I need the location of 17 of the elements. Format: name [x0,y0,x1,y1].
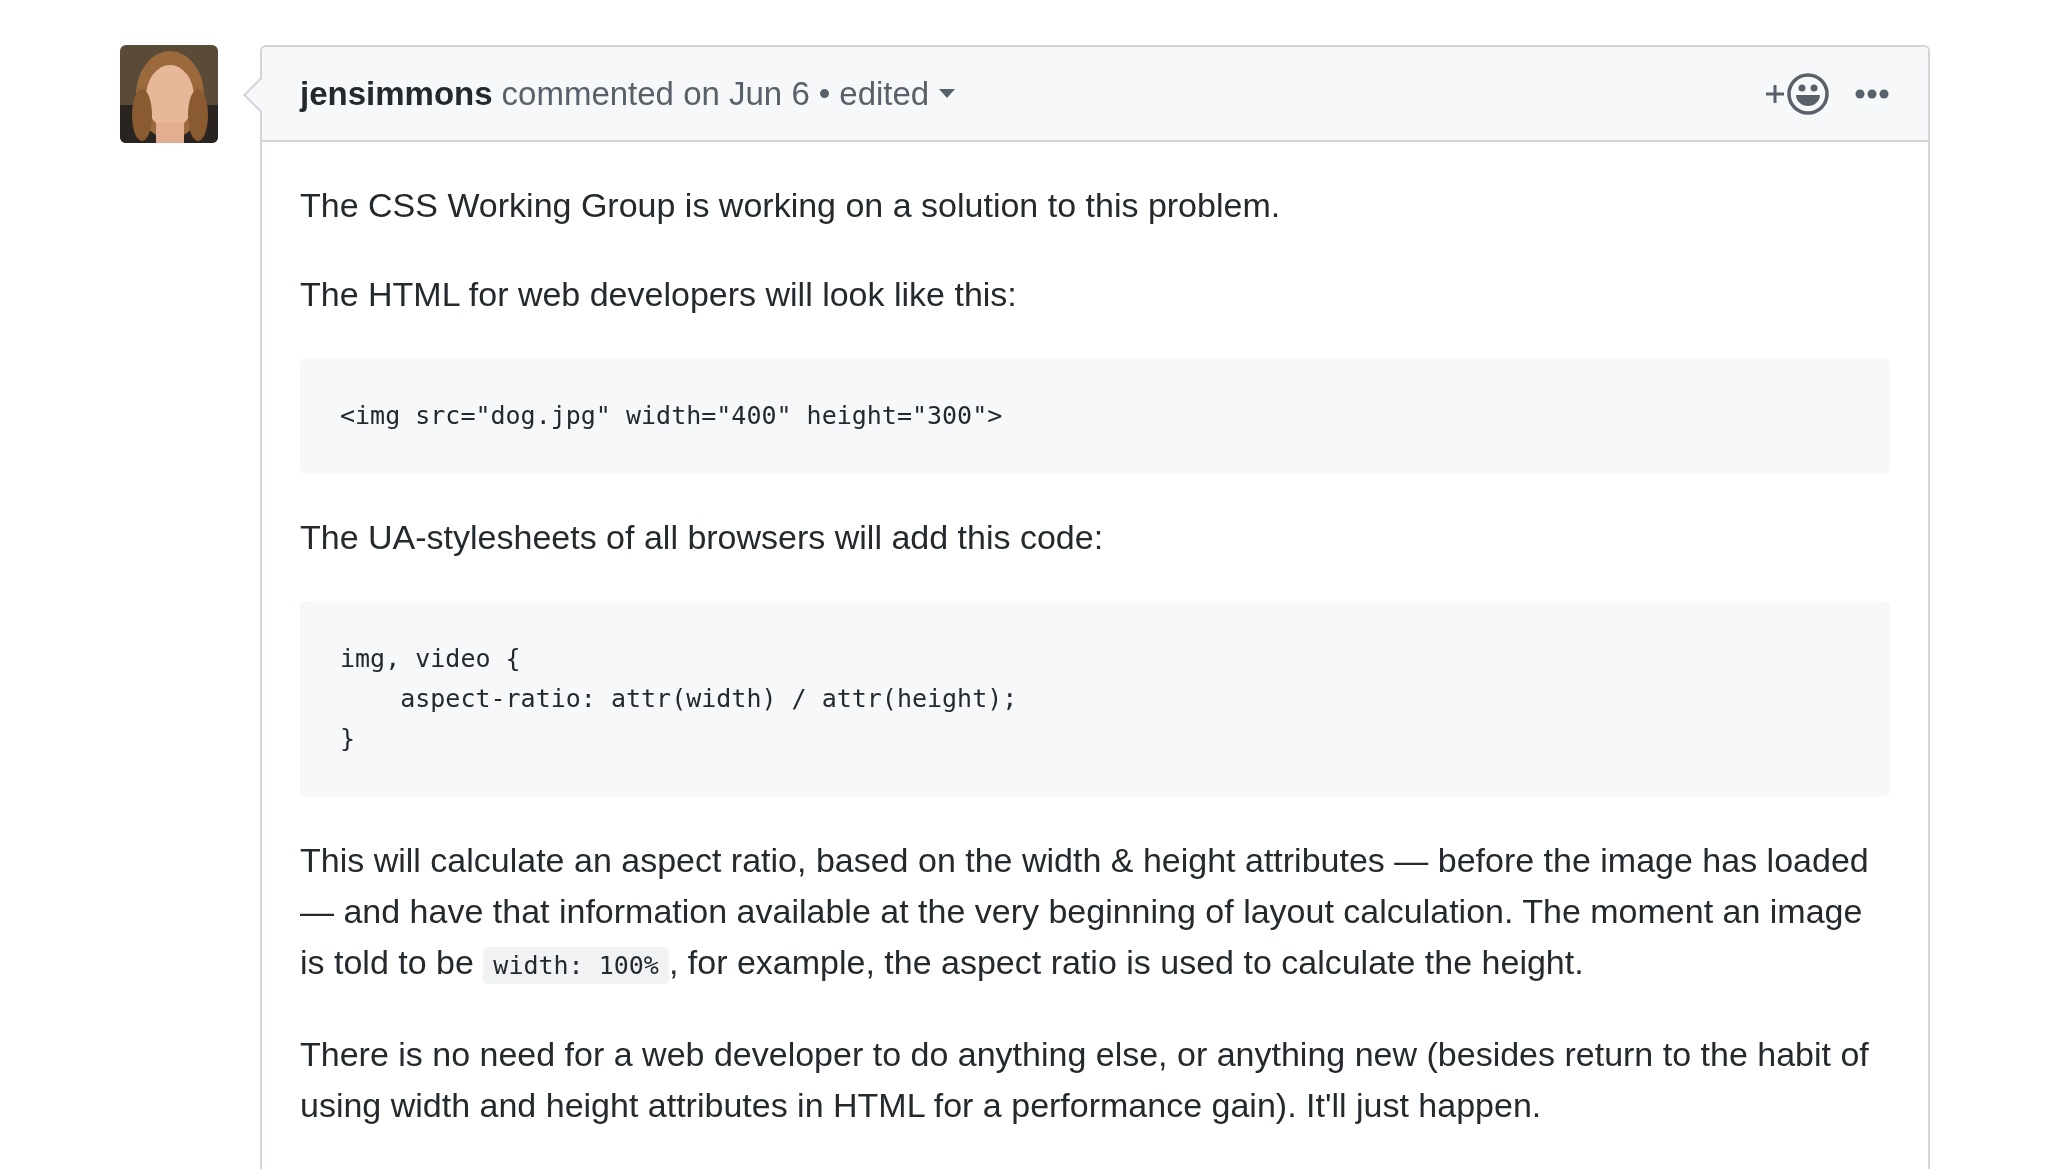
code-line: aspect-ratio: attr(width) / attr(height); [399,683,1019,715]
paragraph-text: The HTML for web developers will look like this: [300,274,1018,315]
add-reaction-icon[interactable] [1764,71,1830,116]
comment-meta: commented on Jun 6 [501,74,810,113]
code-line: } [340,723,357,755]
paragraph-text: This will calculate an aspect ratio, based on the width & height attributes — before the image has loaded — and have that information available at the very beginning of layout calculation. The moment an image is told to be width: 100% , for example, the aspect ratio is used to calculate the height. [300,835,1890,991]
inline-code: width: 100% [483,947,669,984]
more-options-icon[interactable] [1854,87,1890,100]
edited-dropdown[interactable]: edited [839,74,956,113]
author-link[interactable]: jensimmons [300,74,493,113]
paragraph-text: The CSS Working Group is working on a solution to this problem. [300,185,1282,226]
caret-icon [939,89,956,98]
paragraph-text: The UA-stylesheets of all browsers will add this code: [300,517,1105,558]
paragraph-text: There is no need for a web developer to do anything else, or anything new (besides return to the habit of using width and height attributes in HTML for a performance gain). It'll just happen. [300,1034,1870,1126]
code-line: img, video { [340,643,522,675]
separator-dot: • [818,74,831,113]
code-line: <img src="dog.jpg" width="400" height="300"> [340,400,1004,432]
